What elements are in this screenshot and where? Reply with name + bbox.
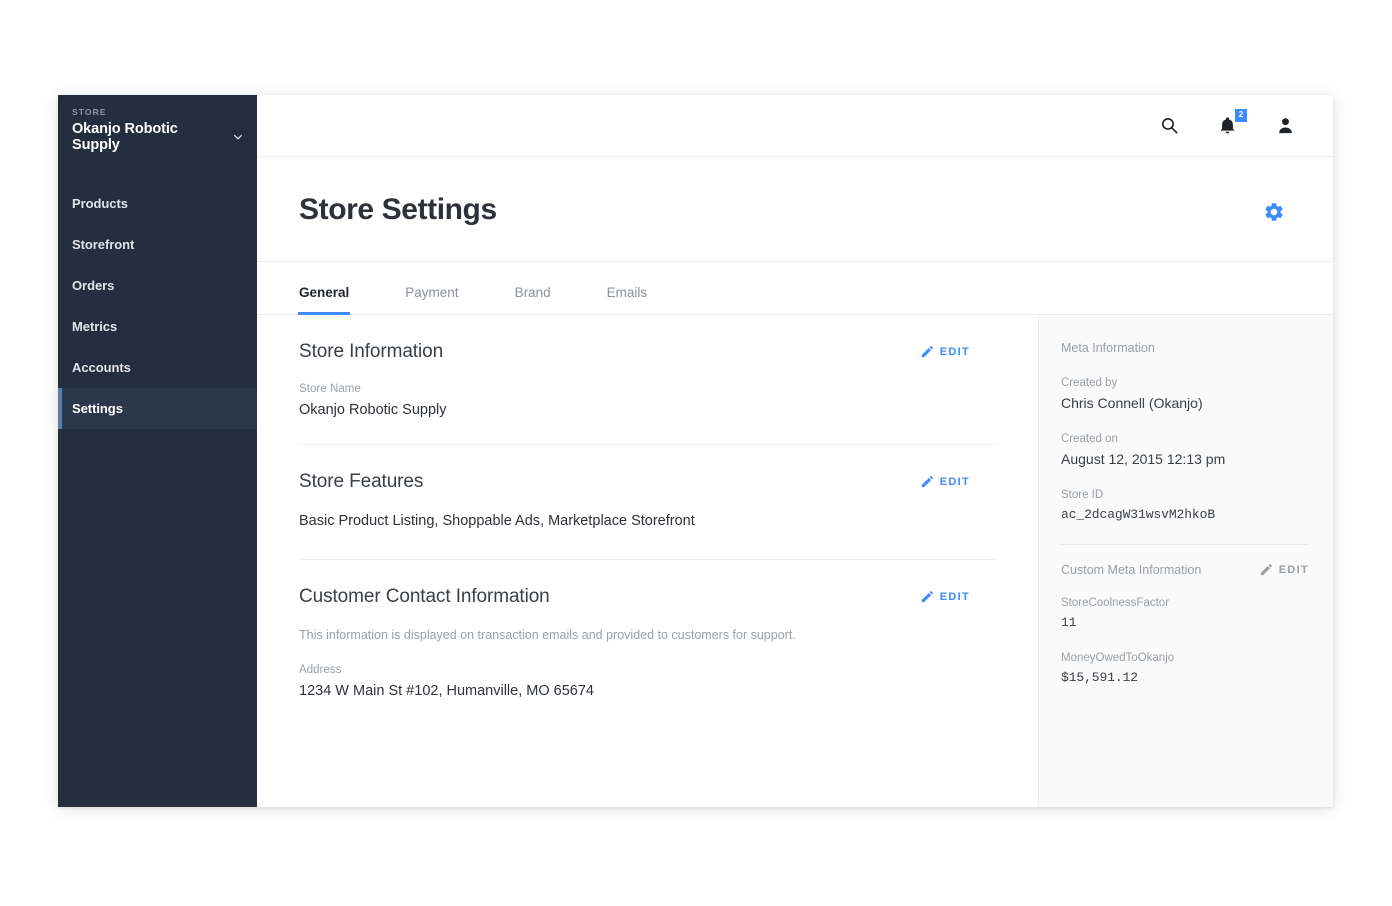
tab-emails[interactable]: Emails <box>607 285 648 314</box>
gear-icon <box>1265 203 1283 221</box>
meta-divider <box>1061 544 1309 545</box>
field-address: Address 1234 W Main St #102, Humanville,… <box>299 664 996 699</box>
sidebar-item-label: Metrics <box>72 319 118 334</box>
section-store-information: Store Information EDIT Store Name Okanjo… <box>299 315 996 418</box>
meta-block-store-id: Store ID ac_2dcagW31wsvM2hkoB <box>1061 489 1309 522</box>
sidebar-item-label: Accounts <box>72 360 131 375</box>
edit-label: EDIT <box>939 476 970 488</box>
notifications-button[interactable]: 2 <box>1215 108 1247 138</box>
field-label: Store Name <box>299 383 361 395</box>
notification-badge: 2 <box>1235 108 1247 122</box>
meta-label: MoneyOwedToOkanjo <box>1061 652 1175 664</box>
meta-block-money-owed-to-okanjo: MoneyOwedToOkanjo $15,591.12 <box>1061 652 1309 685</box>
section-header: Customer Contact Information EDIT <box>299 586 996 608</box>
meta-value: Chris Connell (Okanjo) <box>1061 395 1203 411</box>
store-name-label: Okanjo Robotic Supply <box>72 121 178 153</box>
tab-label: Payment <box>405 285 459 300</box>
tab-label: Brand <box>514 285 551 300</box>
section-title: Store Features <box>299 471 424 492</box>
sidebar-item-label: Products <box>72 196 128 211</box>
store-switcher[interactable]: STORE Okanjo Robotic Supply <box>58 95 257 169</box>
meta-label: Created on <box>1061 433 1118 445</box>
meta-block-created-on: Created on August 12, 2015 12:13 pm <box>1061 433 1309 467</box>
tab-bar: General Payment Brand Emails <box>257 262 1333 315</box>
pencil-icon <box>921 346 933 358</box>
pencil-icon <box>1260 564 1272 576</box>
sidebar-item-accounts[interactable]: Accounts <box>58 347 257 388</box>
topbar: 2 <box>257 95 1333 157</box>
sidebar-item-orders[interactable]: Orders <box>58 265 257 306</box>
settings-content: Store Information EDIT Store Name Okanjo… <box>257 315 1038 807</box>
meta-label: Created by <box>1061 377 1118 389</box>
edit-label: EDIT <box>1278 564 1309 576</box>
edit-store-features-button[interactable]: EDIT <box>921 476 970 488</box>
meta-value: $15,591.12 <box>1061 670 1139 685</box>
meta-value: August 12, 2015 12:13 pm <box>1061 451 1226 467</box>
edit-customer-contact-button[interactable]: EDIT <box>921 591 970 603</box>
edit-label: EDIT <box>939 346 970 358</box>
tab-brand[interactable]: Brand <box>515 285 551 314</box>
section-customer-contact-information: Customer Contact Information EDIT This i… <box>299 559 996 699</box>
section-header: Store Features EDIT <box>299 471 996 493</box>
custom-meta-heading: Custom Meta Information <box>1061 563 1202 577</box>
sidebar: STORE Okanjo Robotic Supply Products Sto… <box>58 95 257 807</box>
body-split: Store Information EDIT Store Name Okanjo… <box>257 315 1333 807</box>
page-title: Store Settings <box>299 193 497 226</box>
edit-custom-meta-button[interactable]: EDIT <box>1260 564 1309 576</box>
app-window: STORE Okanjo Robotic Supply Products Sto… <box>58 95 1333 807</box>
account-button[interactable] <box>1273 114 1297 138</box>
store-kicker-label: STORE <box>72 107 107 117</box>
tab-label: General <box>299 285 350 300</box>
section-description: This information is displayed on transac… <box>299 628 796 642</box>
meta-value: ac_2dcagW31wsvM2hkoB <box>1061 507 1216 522</box>
pencil-icon <box>921 476 933 488</box>
sidebar-item-label: Storefront <box>72 237 135 252</box>
person-icon <box>1278 118 1292 134</box>
meta-block-store-coolness-factor: StoreCoolnessFactor 11 <box>1061 597 1309 630</box>
field-value: 1234 W Main St #102, Humanville, MO 6567… <box>299 683 594 699</box>
chevron-down-icon <box>234 134 242 140</box>
pencil-icon <box>921 591 933 603</box>
field-value: Okanjo Robotic Supply <box>299 402 447 418</box>
page-settings-button[interactable] <box>1263 201 1285 223</box>
meta-heading: Meta Information <box>1061 341 1155 355</box>
store-features-value: Basic Product Listing, Shoppable Ads, Ma… <box>299 513 695 529</box>
meta-panel: Meta Information Created by Chris Connel… <box>1038 315 1333 807</box>
sidebar-item-storefront[interactable]: Storefront <box>58 224 257 265</box>
section-header: Store Information EDIT <box>299 341 996 363</box>
meta-value: 11 <box>1061 615 1077 630</box>
sidebar-item-settings[interactable]: Settings <box>58 388 257 429</box>
meta-label: StoreCoolnessFactor <box>1061 597 1170 609</box>
search-button[interactable] <box>1157 114 1181 138</box>
tab-general[interactable]: General <box>297 285 351 315</box>
search-icon <box>1161 118 1178 134</box>
sidebar-item-label: Orders <box>72 278 115 293</box>
custom-meta-header: Custom Meta Information EDIT <box>1061 563 1309 577</box>
tab-label: Emails <box>606 285 648 300</box>
sidebar-item-products[interactable]: Products <box>58 183 257 224</box>
sidebar-item-metrics[interactable]: Metrics <box>58 306 257 347</box>
edit-label: EDIT <box>939 591 970 603</box>
meta-block-created-by: Created by Chris Connell (Okanjo) <box>1061 377 1309 411</box>
field-store-name: Store Name Okanjo Robotic Supply <box>299 383 996 418</box>
tab-payment[interactable]: Payment <box>405 285 458 314</box>
field-label: Address <box>299 664 342 676</box>
page-header: Store Settings <box>257 157 1333 262</box>
sidebar-item-label: Settings <box>72 401 123 416</box>
page-root: STORE Okanjo Robotic Supply Products Sto… <box>0 0 1392 906</box>
meta-label: Store ID <box>1061 489 1104 501</box>
section-title: Store Information <box>299 341 444 362</box>
edit-store-information-button[interactable]: EDIT <box>921 346 970 358</box>
section-store-features: Store Features EDIT Basic Product Listin… <box>299 444 996 529</box>
sidebar-nav: Products Storefront Orders Metrics Accou… <box>58 183 257 429</box>
main-column: 2 Store Settings General Payment Brand E… <box>257 95 1333 807</box>
section-title: Customer Contact Information <box>299 586 550 607</box>
bell-icon <box>1220 116 1234 133</box>
